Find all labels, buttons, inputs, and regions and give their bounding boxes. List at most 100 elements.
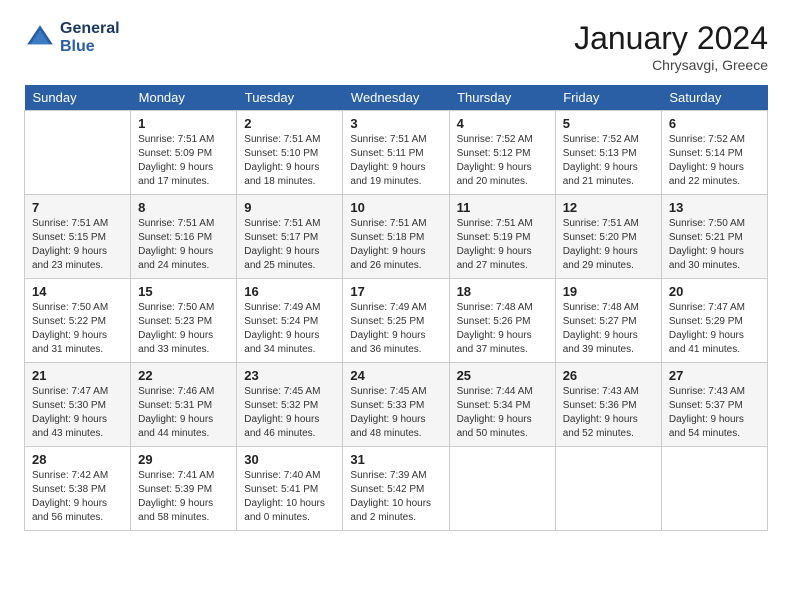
calendar-week-row: 1 Sunrise: 7:51 AMSunset: 5:09 PMDaylight… [25, 111, 768, 195]
calendar-cell: 2 Sunrise: 7:51 AMSunset: 5:10 PMDaylight… [237, 111, 343, 195]
cell-content: Sunrise: 7:39 AMSunset: 5:42 PMDaylight:… [350, 469, 441, 525]
calendar-cell: 22 Sunrise: 7:46 AMSunset: 5:31 PMDayligh… [131, 363, 237, 447]
day-number: 5 [563, 116, 654, 131]
cell-content: Sunrise: 7:49 AMSunset: 5:25 PMDaylight:… [350, 301, 441, 357]
cell-content: Sunrise: 7:43 AMSunset: 5:37 PMDaylight:… [669, 385, 760, 441]
calendar-cell: 18 Sunrise: 7:48 AMSunset: 5:26 PMDayligh… [449, 279, 555, 363]
cell-content: Sunrise: 7:52 AMSunset: 5:12 PMDaylight:… [457, 133, 548, 189]
day-number: 6 [669, 116, 760, 131]
calendar-cell: 7 Sunrise: 7:51 AMSunset: 5:15 PMDaylight… [25, 195, 131, 279]
calendar-cell: 3Sunrise: 7:51 AMSunset: 5:11 PMDaylight… [343, 111, 449, 195]
weekday-header-wednesday: Wednesday [343, 85, 449, 111]
logo-icon [24, 22, 56, 54]
header: General Blue January 2024 Chrysavgi, Gre… [24, 20, 768, 73]
calendar-cell: 4 Sunrise: 7:52 AMSunset: 5:12 PMDaylight… [449, 111, 555, 195]
calendar-cell: 14 Sunrise: 7:50 AMSunset: 5:22 PMDayligh… [25, 279, 131, 363]
calendar-cell: 19 Sunrise: 7:48 AMSunset: 5:27 PMDayligh… [555, 279, 661, 363]
cell-content: Sunrise: 7:49 AMSunset: 5:24 PMDaylight:… [244, 301, 335, 357]
calendar-cell: 31Sunrise: 7:39 AMSunset: 5:42 PMDayligh… [343, 447, 449, 531]
day-number: 28 [32, 452, 123, 467]
cell-content: Sunrise: 7:51 AMSunset: 5:10 PMDaylight:… [244, 133, 335, 189]
cell-content: Sunrise: 7:51 AMSunset: 5:09 PMDaylight:… [138, 133, 229, 189]
day-number: 15 [138, 284, 229, 299]
cell-content: Sunrise: 7:51 AMSunset: 5:18 PMDaylight:… [350, 217, 441, 273]
calendar-cell: 15 Sunrise: 7:50 AMSunset: 5:23 PMDayligh… [131, 279, 237, 363]
calendar-cell: 1 Sunrise: 7:51 AMSunset: 5:09 PMDaylight… [131, 111, 237, 195]
weekday-header-row: SundayMondayTuesdayWednesdayThursdayFrid… [25, 85, 768, 111]
weekday-header-thursday: Thursday [449, 85, 555, 111]
cell-content: Sunrise: 7:50 AMSunset: 5:21 PMDaylight:… [669, 217, 760, 273]
cell-content: Sunrise: 7:47 AMSunset: 5:29 PMDaylight:… [669, 301, 760, 357]
cell-content: Sunrise: 7:41 AMSunset: 5:39 PMDaylight:… [138, 469, 229, 525]
cell-content: Sunrise: 7:45 AMSunset: 5:32 PMDaylight:… [244, 385, 335, 441]
cell-content: Sunrise: 7:44 AMSunset: 5:34 PMDaylight:… [457, 385, 548, 441]
day-number: 10 [350, 200, 441, 215]
weekday-header-sunday: Sunday [25, 85, 131, 111]
day-number: 17 [350, 284, 441, 299]
day-number: 30 [244, 452, 335, 467]
day-number: 19 [563, 284, 654, 299]
calendar-cell: 27 Sunrise: 7:43 AMSunset: 5:37 PMDayligh… [661, 363, 767, 447]
logo-text: General Blue [60, 20, 120, 56]
calendar-week-row: 21Sunrise: 7:47 AMSunset: 5:30 PMDayligh… [25, 363, 768, 447]
cell-content: Sunrise: 7:48 AMSunset: 5:26 PMDaylight:… [457, 301, 548, 357]
day-number: 25 [457, 368, 548, 383]
day-number: 18 [457, 284, 548, 299]
day-number: 11 [457, 200, 548, 215]
calendar-cell: 9Sunrise: 7:51 AMSunset: 5:17 PMDaylight… [237, 195, 343, 279]
title-block: January 2024 Chrysavgi, Greece [574, 20, 768, 73]
day-number: 20 [669, 284, 760, 299]
calendar-cell [555, 447, 661, 531]
day-number: 29 [138, 452, 229, 467]
day-number: 1 [138, 116, 229, 131]
calendar-cell [449, 447, 555, 531]
cell-content: Sunrise: 7:51 AMSunset: 5:19 PMDaylight:… [457, 217, 548, 273]
calendar-cell [25, 111, 131, 195]
day-number: 21 [32, 368, 123, 383]
day-number: 8 [138, 200, 229, 215]
calendar-week-row: 28 Sunrise: 7:42 AMSunset: 5:38 PMDayligh… [25, 447, 768, 531]
calendar-cell: 30Sunrise: 7:40 AMSunset: 5:41 PMDayligh… [237, 447, 343, 531]
calendar-cell: 21Sunrise: 7:47 AMSunset: 5:30 PMDayligh… [25, 363, 131, 447]
calendar-cell: 23 Sunrise: 7:45 AMSunset: 5:32 PMDayligh… [237, 363, 343, 447]
calendar-cell: 8Sunrise: 7:51 AMSunset: 5:16 PMDaylight… [131, 195, 237, 279]
day-number: 27 [669, 368, 760, 383]
cell-content: Sunrise: 7:48 AMSunset: 5:27 PMDaylight:… [563, 301, 654, 357]
day-number: 2 [244, 116, 335, 131]
calendar-cell: 13Sunrise: 7:50 AMSunset: 5:21 PMDayligh… [661, 195, 767, 279]
cell-content: Sunrise: 7:51 AMSunset: 5:15 PMDaylight:… [32, 217, 123, 273]
cell-content: Sunrise: 7:45 AMSunset: 5:33 PMDaylight:… [350, 385, 441, 441]
day-number: 14 [32, 284, 123, 299]
cell-content: Sunrise: 7:46 AMSunset: 5:31 PMDaylight:… [138, 385, 229, 441]
logo: General Blue [24, 20, 120, 56]
cell-content: Sunrise: 7:50 AMSunset: 5:23 PMDaylight:… [138, 301, 229, 357]
cell-content: Sunrise: 7:50 AMSunset: 5:22 PMDaylight:… [32, 301, 123, 357]
calendar-cell [661, 447, 767, 531]
day-number: 12 [563, 200, 654, 215]
day-number: 22 [138, 368, 229, 383]
cell-content: Sunrise: 7:52 AMSunset: 5:13 PMDaylight:… [563, 133, 654, 189]
day-number: 4 [457, 116, 548, 131]
calendar-cell: 11 Sunrise: 7:51 AMSunset: 5:19 PMDayligh… [449, 195, 555, 279]
calendar-cell: 17 Sunrise: 7:49 AMSunset: 5:25 PMDayligh… [343, 279, 449, 363]
day-number: 3 [350, 116, 441, 131]
day-number: 7 [32, 200, 123, 215]
weekday-header-monday: Monday [131, 85, 237, 111]
cell-content: Sunrise: 7:51 AMSunset: 5:20 PMDaylight:… [563, 217, 654, 273]
calendar-cell: 6 Sunrise: 7:52 AMSunset: 5:14 PMDaylight… [661, 111, 767, 195]
calendar-cell: 20 Sunrise: 7:47 AMSunset: 5:29 PMDayligh… [661, 279, 767, 363]
day-number: 24 [350, 368, 441, 383]
location: Chrysavgi, Greece [574, 57, 768, 73]
calendar-cell: 16Sunrise: 7:49 AMSunset: 5:24 PMDayligh… [237, 279, 343, 363]
day-number: 23 [244, 368, 335, 383]
calendar-cell: 12 Sunrise: 7:51 AMSunset: 5:20 PMDayligh… [555, 195, 661, 279]
cell-content: Sunrise: 7:43 AMSunset: 5:36 PMDaylight:… [563, 385, 654, 441]
calendar-page: General Blue January 2024 Chrysavgi, Gre… [0, 0, 792, 547]
calendar-cell: 24 Sunrise: 7:45 AMSunset: 5:33 PMDayligh… [343, 363, 449, 447]
weekday-header-saturday: Saturday [661, 85, 767, 111]
calendar-cell: 5 Sunrise: 7:52 AMSunset: 5:13 PMDaylight… [555, 111, 661, 195]
weekday-header-tuesday: Tuesday [237, 85, 343, 111]
cell-content: Sunrise: 7:52 AMSunset: 5:14 PMDaylight:… [669, 133, 760, 189]
calendar-cell: 26Sunrise: 7:43 AMSunset: 5:36 PMDayligh… [555, 363, 661, 447]
cell-content: Sunrise: 7:42 AMSunset: 5:38 PMDaylight:… [32, 469, 123, 525]
